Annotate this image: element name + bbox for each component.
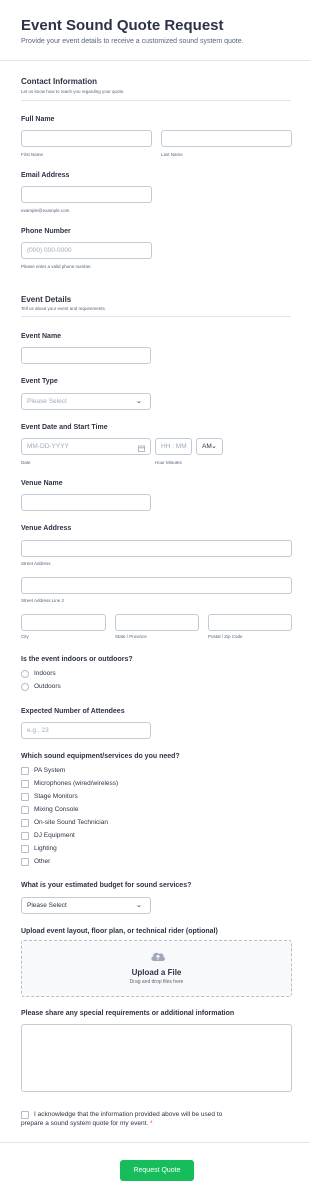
- street-address-input[interactable]: [21, 540, 292, 557]
- budget-select[interactable]: Please Select ⌄: [21, 897, 151, 914]
- equipment-option-label: Stage Monitors: [34, 793, 78, 800]
- event-section-heading: Event Details: [21, 295, 72, 304]
- contact-section-heading: Contact Information: [21, 77, 97, 86]
- email-sublabel: example@example.com: [21, 208, 70, 213]
- upload-subtitle: Drag and drop files here: [129, 979, 184, 985]
- required-asterisk: *: [150, 1120, 153, 1127]
- first-name-input[interactable]: [21, 130, 152, 147]
- equipment-option-label: On-site Sound Technician: [34, 819, 108, 826]
- event-datetime-label: Event Date and Start Time: [21, 424, 108, 431]
- equipment-option-label: Microphones (wired/wireless): [34, 780, 119, 787]
- event-name-label: Event Name: [21, 333, 62, 340]
- postal-input[interactable]: [208, 614, 292, 631]
- upload-title: Upload a File: [131, 968, 182, 977]
- state-sublabel: State / Province: [115, 634, 147, 639]
- event-date-input[interactable]: MM-DD-YYYY: [21, 438, 151, 455]
- outdoors-radio[interactable]: [21, 683, 29, 691]
- equipment-checkbox[interactable]: [21, 767, 29, 775]
- event-name-input[interactable]: [21, 347, 151, 364]
- equipment-checkbox[interactable]: [21, 819, 29, 827]
- equipment-checkbox[interactable]: [21, 858, 29, 866]
- acknowledge-line-1: I acknowledge that the information provi…: [34, 1111, 223, 1118]
- equipment-option-label: Other: [34, 858, 51, 865]
- acknowledge-line-2: prepare a sound system quote for my even…: [21, 1120, 149, 1127]
- event-section-divider: [21, 316, 291, 317]
- postal-sublabel: Postal / Zip Code: [208, 634, 243, 639]
- venue-name-input[interactable]: [21, 494, 151, 511]
- equipment-option-label: PA System: [34, 767, 66, 774]
- phone-label: Phone Number: [21, 228, 71, 235]
- street-address-2-sublabel: Street Address Line 2: [21, 598, 65, 603]
- chevron-down-icon: ⌄: [211, 443, 217, 450]
- contact-section-subheading: Let us know how to reach you regarding y…: [21, 89, 125, 94]
- upload-label: Upload event layout, floor plan, or tech…: [21, 928, 218, 935]
- header-divider: [0, 60, 310, 61]
- state-input[interactable]: [115, 614, 199, 631]
- city-sublabel: City: [21, 634, 29, 639]
- event-type-label: Event Type: [21, 378, 58, 385]
- event-time-input[interactable]: HH : MM: [155, 438, 192, 455]
- equipment-option-label: Mixing Console: [34, 806, 79, 813]
- equipment-checkbox[interactable]: [21, 832, 29, 840]
- cloud-upload-icon: [150, 949, 166, 967]
- equipment-option-label: Lighting: [34, 845, 57, 852]
- last-name-input[interactable]: [161, 130, 292, 147]
- phone-sublabel: Please enter a valid phone number.: [21, 264, 92, 269]
- street-address-sublabel: Street Address: [21, 561, 51, 566]
- first-name-sublabel: First Name: [21, 152, 44, 157]
- equipment-checkbox[interactable]: [21, 780, 29, 788]
- equipment-checkbox[interactable]: [21, 845, 29, 853]
- requirements-label: Please share any special requirements or…: [21, 1010, 235, 1017]
- venue-name-label: Venue Name: [21, 480, 63, 487]
- street-address-2-input[interactable]: [21, 577, 292, 594]
- contact-section-divider: [21, 100, 291, 101]
- email-label: Email Address: [21, 172, 70, 179]
- indoor-outdoor-label: Is the event indoors or outdoors?: [21, 656, 133, 663]
- chevron-down-icon: ⌄: [136, 902, 142, 909]
- time-sublabel: Hour Minutes: [155, 460, 182, 465]
- equipment-label: Which sound equipment/services do you ne…: [21, 753, 180, 760]
- attendees-input[interactable]: e.g., 23: [21, 722, 151, 739]
- requirements-textarea[interactable]: [21, 1024, 292, 1092]
- ampm-select[interactable]: AM ⌄: [196, 438, 223, 455]
- venue-address-label: Venue Address: [21, 525, 72, 532]
- equipment-checkbox[interactable]: [21, 793, 29, 801]
- request-quote-button[interactable]: Request Quote: [120, 1160, 194, 1181]
- event-type-selected: Please Select: [27, 398, 67, 405]
- acknowledge-text: I acknowledge that the information provi…: [21, 1110, 296, 1128]
- calendar-icon[interactable]: [138, 443, 145, 454]
- form-subtitle: Provide your event details to receive a …: [21, 38, 244, 45]
- attendees-label: Expected Number of Attendees: [21, 708, 125, 715]
- indoors-option-label: Indoors: [34, 670, 56, 677]
- form-title: Event Sound Quote Request: [21, 17, 224, 34]
- file-upload-dropzone[interactable]: Upload a File Drag and drop files here: [21, 940, 292, 997]
- budget-selected: Please Select: [27, 902, 67, 909]
- date-placeholder: MM-DD-YYYY: [27, 443, 69, 450]
- city-input[interactable]: [21, 614, 106, 631]
- email-field[interactable]: [21, 186, 152, 203]
- footer-divider: [0, 1142, 310, 1143]
- equipment-checkbox[interactable]: [21, 806, 29, 814]
- date-sublabel: Date: [21, 460, 31, 465]
- equipment-option-label: DJ Equipment: [34, 832, 75, 839]
- chevron-down-icon: ⌄: [136, 398, 142, 405]
- event-section-subheading: Tell us about your event and requirement…: [21, 306, 107, 311]
- budget-label: What is your estimated budget for sound …: [21, 882, 192, 889]
- full-name-label: Full Name: [21, 116, 55, 123]
- indoors-radio[interactable]: [21, 670, 29, 678]
- last-name-sublabel: Last Name: [161, 152, 183, 157]
- outdoors-option-label: Outdoors: [34, 683, 61, 690]
- phone-input[interactable]: (000) 000-0000: [21, 242, 152, 259]
- event-type-select[interactable]: Please Select ⌄: [21, 393, 151, 410]
